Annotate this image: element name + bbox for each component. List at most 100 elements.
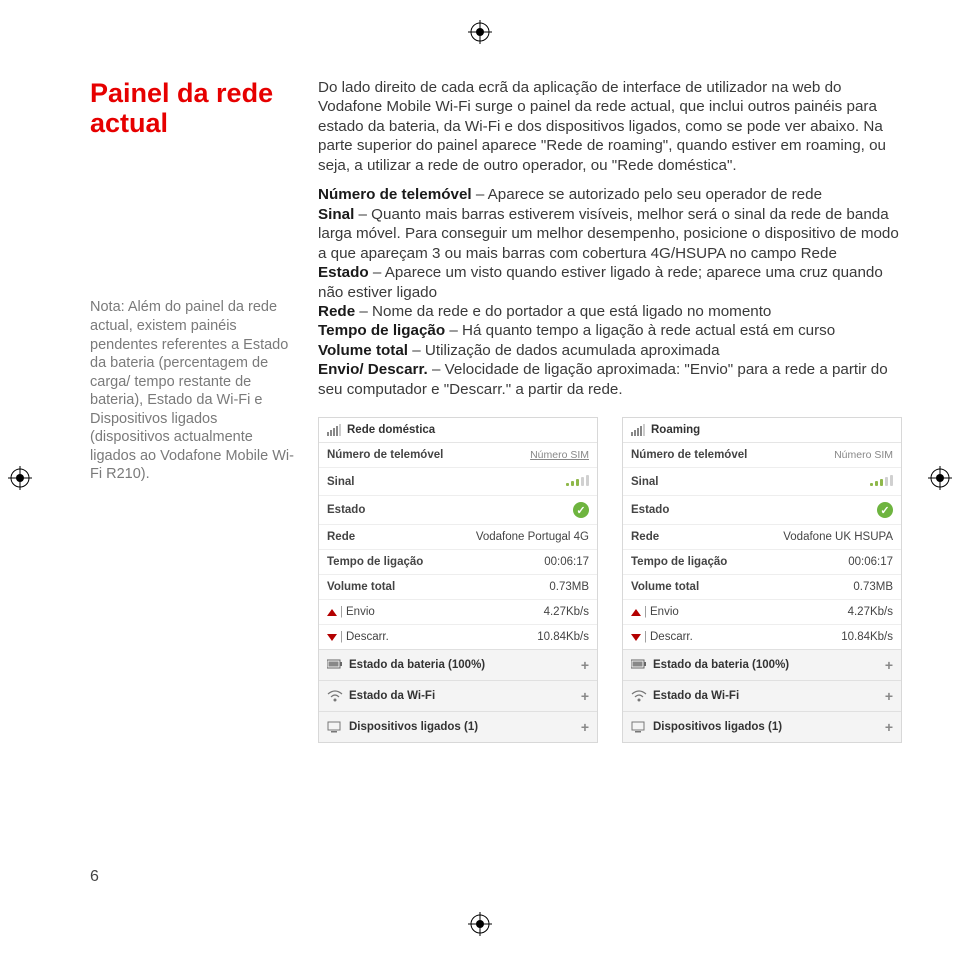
status-check-icon: ✓: [877, 502, 893, 518]
panel-row: Sinal: [623, 468, 901, 496]
network-panel-home: Rede doméstica Número de telemóvel Númer…: [318, 417, 598, 743]
row-label: Estado: [327, 504, 365, 516]
def-term: Sinal: [318, 206, 354, 223]
panel-row: Número de telemóvel Número SIM: [319, 443, 597, 468]
registration-mark: [468, 20, 492, 44]
expandable-wifi[interactable]: Estado da Wi-Fi +: [623, 680, 901, 711]
panel-row: Rede Vodafone UK HSUPA: [623, 525, 901, 550]
left-column: Painel da rede actual Nota: Além do pain…: [90, 78, 298, 743]
panel-row: Sinal: [319, 468, 597, 496]
expandable-devices[interactable]: Dispositivos ligados (1) +: [319, 711, 597, 742]
exp-label: Dispositivos ligados (1): [349, 721, 478, 733]
exp-label: Dispositivos ligados (1): [653, 721, 782, 733]
definitions: Número de telemóvel – Aparece se autoriz…: [318, 185, 902, 399]
expandable-devices[interactable]: Dispositivos ligados (1) +: [623, 711, 901, 742]
panel-row: Rede Vodafone Portugal 4G: [319, 525, 597, 550]
def-text: – Utilização de dados acumulada aproxima…: [408, 342, 720, 359]
panel-row: Volume total 0.73MB: [319, 575, 597, 600]
page-content: Painel da rede actual Nota: Além do pain…: [90, 78, 884, 743]
sim-link[interactable]: Número SIM: [834, 449, 893, 461]
row-label: Sinal: [631, 476, 658, 488]
row-label: Volume total: [631, 581, 699, 593]
row-value: 0.73MB: [853, 581, 893, 593]
row-label: |Envio: [631, 606, 679, 618]
panel-row: Volume total 0.73MB: [623, 575, 901, 600]
registration-mark: [928, 466, 952, 490]
def-term: Estado: [318, 264, 369, 281]
status-check-icon: ✓: [573, 502, 589, 518]
plus-icon: +: [581, 657, 589, 673]
row-value: 10.84Kb/s: [537, 631, 589, 643]
network-panel-roaming: Roaming Número de telemóvel Número SIM S…: [622, 417, 902, 743]
exp-label: Estado da bateria (100%): [349, 659, 485, 671]
row-label: Sinal: [327, 476, 354, 488]
plus-icon: +: [885, 719, 893, 735]
def-term: Número de telemóvel: [318, 186, 472, 203]
def-term: Tempo de ligação: [318, 322, 445, 339]
signal-icon: [327, 424, 341, 436]
expandable-battery[interactable]: Estado da bateria (100%) +: [319, 649, 597, 680]
def-text: – Aparece se autorizado pelo seu operado…: [472, 186, 822, 203]
row-value: 00:06:17: [848, 556, 893, 568]
panel-title: Roaming: [651, 424, 700, 436]
plus-icon: +: [885, 657, 893, 673]
panel-title: Rede doméstica: [347, 424, 435, 436]
arrow-up-icon: [327, 609, 337, 616]
expandable-wifi[interactable]: Estado da Wi-Fi +: [319, 680, 597, 711]
right-column: Do lado direito de cada ecrã da aplicaçã…: [318, 78, 902, 743]
def-term: Volume total: [318, 342, 408, 359]
exp-label: Estado da Wi-Fi: [349, 690, 435, 702]
sim-link[interactable]: Número SIM: [530, 449, 589, 461]
page-title: Painel da rede actual: [90, 78, 298, 138]
row-label: Rede: [327, 531, 355, 543]
row-label: Número de telemóvel: [631, 449, 747, 461]
upload-label: Envio: [346, 606, 375, 618]
panel-row: |Envio 4.27Kb/s: [623, 600, 901, 625]
panel-header: Roaming: [623, 418, 901, 443]
def-text: – Quanto mais barras estiverem visíveis,…: [318, 206, 899, 262]
panel-row: Número de telemóvel Número SIM: [623, 443, 901, 468]
devices-icon: [327, 721, 343, 733]
row-value: 4.27Kb/s: [848, 606, 893, 618]
panel-row: Tempo de ligação 00:06:17: [319, 550, 597, 575]
expandable-battery[interactable]: Estado da bateria (100%) +: [623, 649, 901, 680]
download-label: Descarr.: [346, 631, 389, 643]
arrow-down-icon: [631, 634, 641, 641]
panel-header: Rede doméstica: [319, 418, 597, 443]
row-value: 0.73MB: [549, 581, 589, 593]
def-text: – Aparece um visto quando estiver ligado…: [318, 264, 883, 300]
panel-row: |Envio 4.27Kb/s: [319, 600, 597, 625]
row-label: Rede: [631, 531, 659, 543]
panel-row: |Descarr. 10.84Kb/s: [623, 625, 901, 649]
row-label: Volume total: [327, 581, 395, 593]
exp-label: Estado da Wi-Fi: [653, 690, 739, 702]
arrow-up-icon: [631, 609, 641, 616]
def-text: – Nome da rede e do portador a que está …: [355, 303, 771, 320]
row-label: |Descarr.: [327, 631, 389, 643]
panel-row: |Descarr. 10.84Kb/s: [319, 625, 597, 649]
sidebar-note: Nota: Além do painel da rede actual, exi…: [90, 298, 298, 483]
wifi-icon: [327, 690, 343, 702]
page-number: 6: [90, 868, 99, 886]
row-value: 00:06:17: [544, 556, 589, 568]
row-label: Estado: [631, 504, 669, 516]
signal-icon: [631, 424, 645, 436]
row-label: Tempo de ligação: [327, 556, 423, 568]
row-label: |Envio: [327, 606, 375, 618]
registration-mark: [8, 466, 32, 490]
battery-icon: [327, 659, 343, 671]
panel-row: Estado ✓: [319, 496, 597, 525]
wifi-icon: [631, 690, 647, 702]
exp-label: Estado da bateria (100%): [653, 659, 789, 671]
row-value: Vodafone Portugal 4G: [476, 531, 589, 543]
row-value: 4.27Kb/s: [544, 606, 589, 618]
row-value: Vodafone UK HSUPA: [783, 531, 893, 543]
registration-mark: [468, 912, 492, 936]
signal-bars: [870, 474, 893, 489]
row-value: 10.84Kb/s: [841, 631, 893, 643]
battery-icon: [631, 659, 647, 671]
def-text: – Há quanto tempo a ligação à rede actua…: [445, 322, 835, 339]
upload-label: Envio: [650, 606, 679, 618]
devices-icon: [631, 721, 647, 733]
def-term: Envio/ Descarr.: [318, 361, 428, 378]
